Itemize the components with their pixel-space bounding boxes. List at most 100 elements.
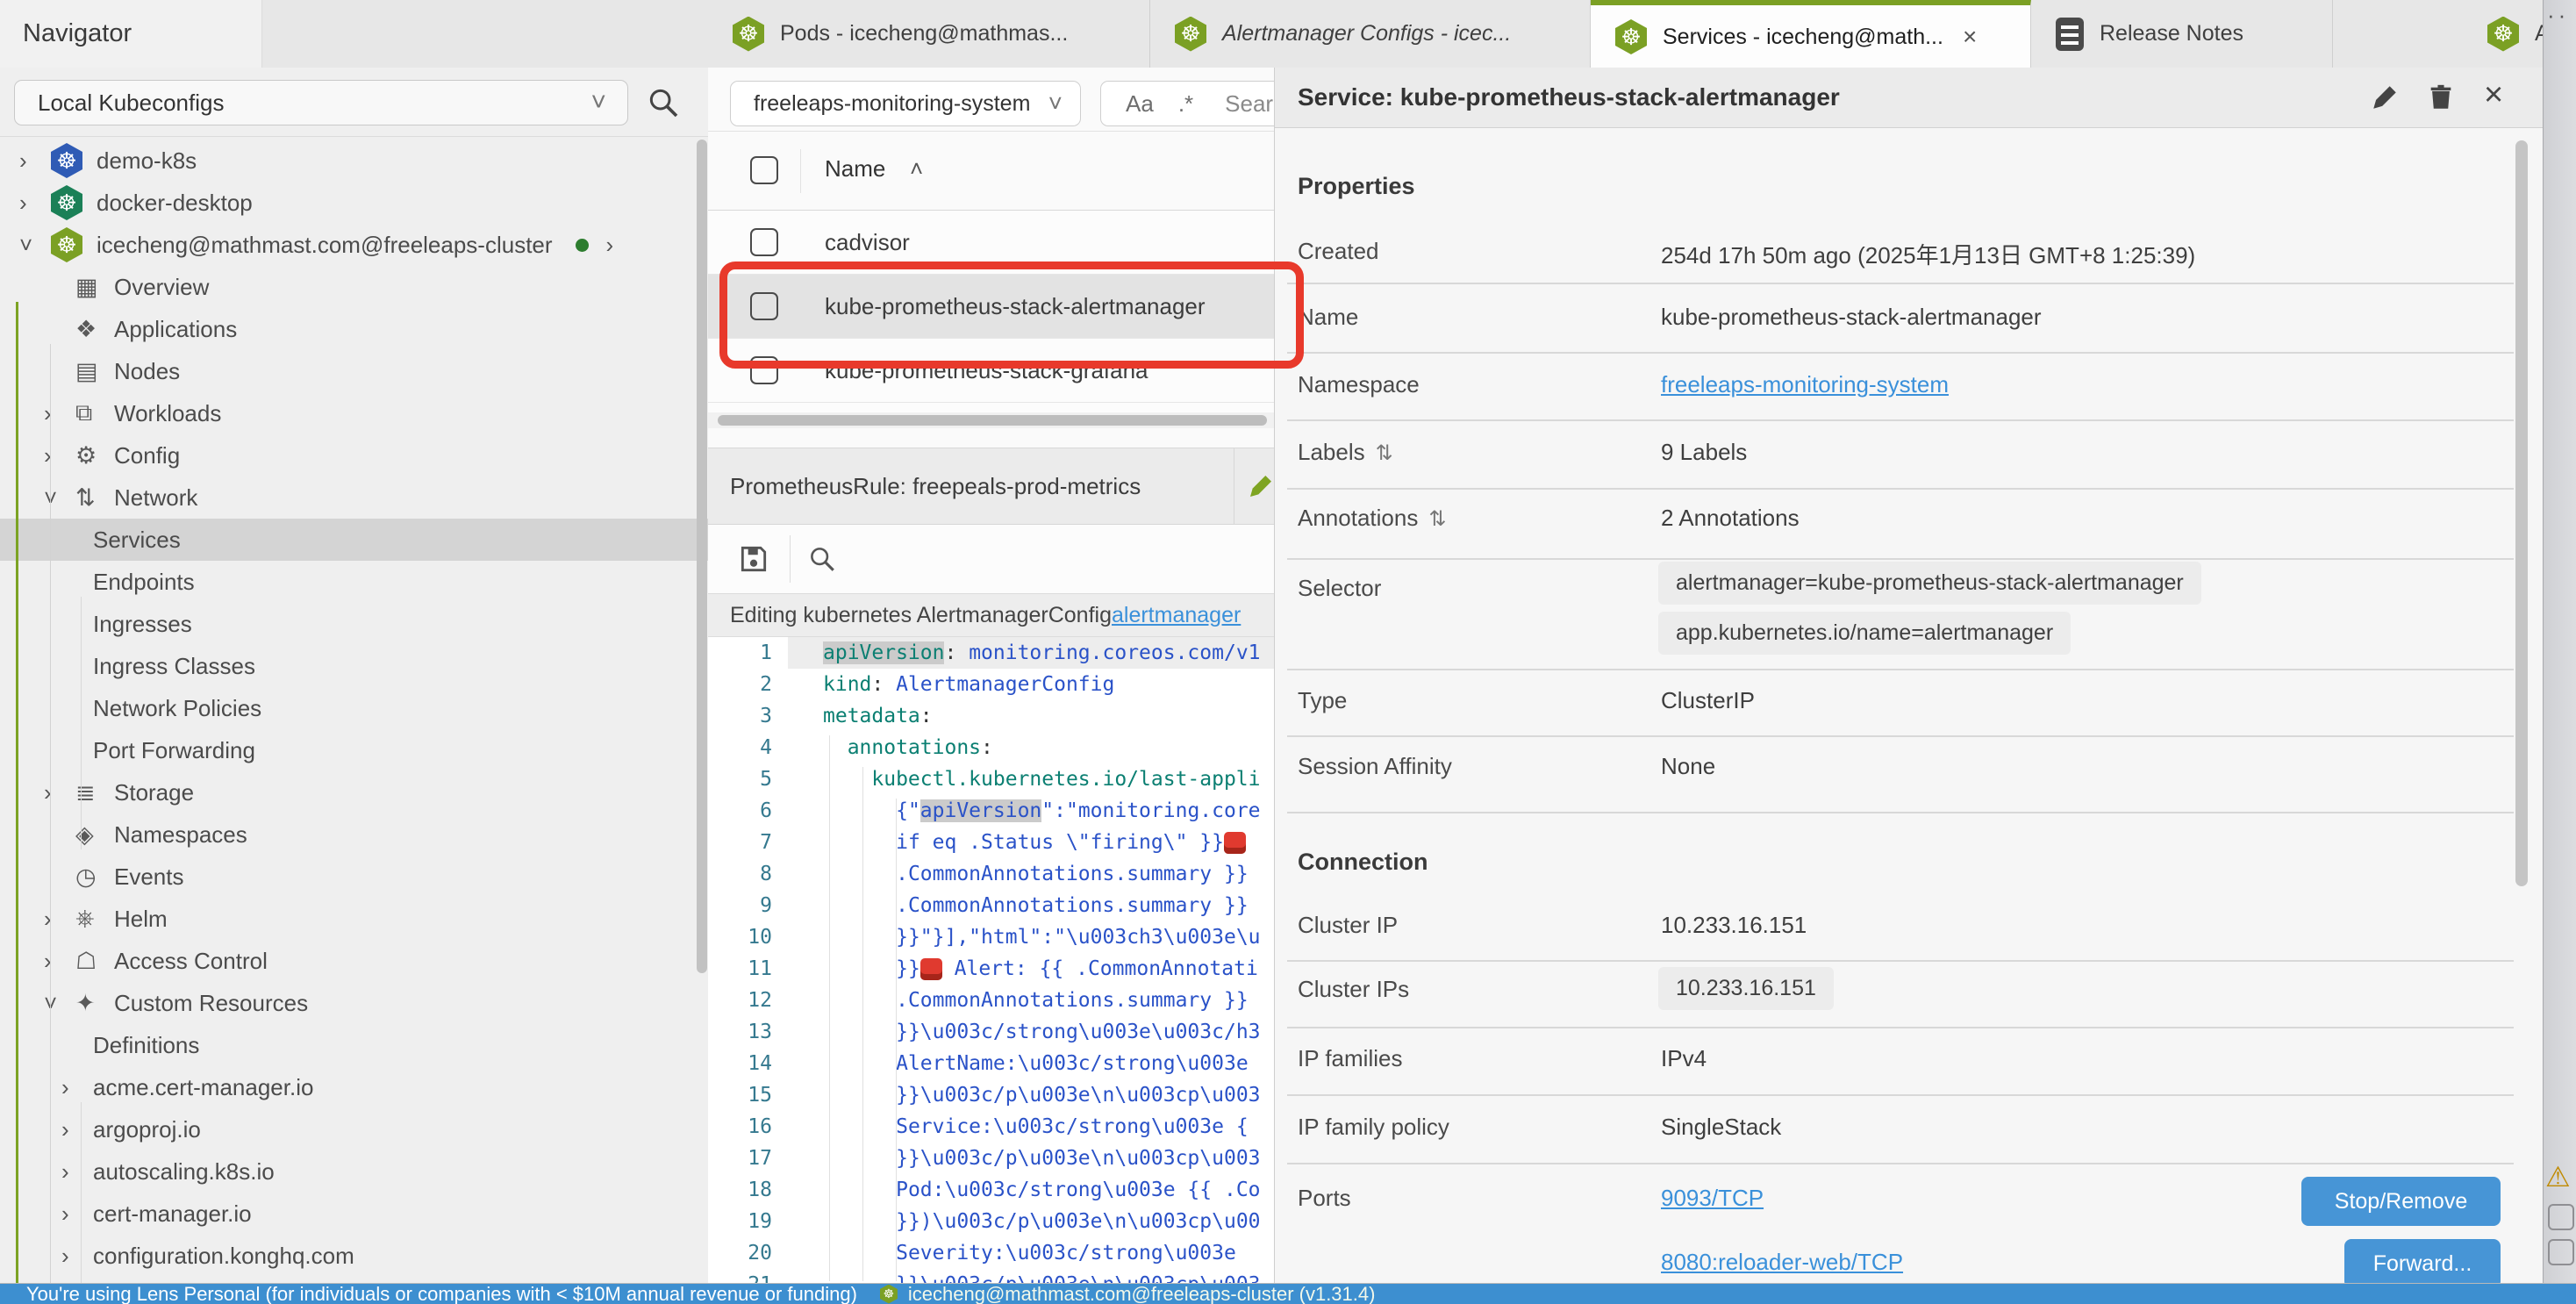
- tab-label: Services - icecheng@math...: [1663, 25, 1943, 50]
- editing-note-link[interactable]: alertmanager: [1112, 603, 1241, 628]
- sidebar-tree-item[interactable]: Endpoints: [0, 561, 708, 603]
- sidebar-tree-item[interactable]: › ☖ Access Control: [0, 940, 708, 982]
- sidebar-tree-item[interactable]: Ingress Classes: [0, 645, 708, 687]
- tab-release-notes[interactable]: Release Notes: [2031, 0, 2333, 68]
- tab-services[interactable]: ☸ Services - icecheng@math... ×: [1591, 0, 2031, 68]
- sidebar-tree-item[interactable]: Definitions: [0, 1024, 708, 1066]
- delete-trash-icon[interactable]: [2426, 82, 2456, 112]
- namespace-link[interactable]: freeleaps-monitoring-system: [1661, 371, 1949, 398]
- chevron-icon[interactable]: ›: [61, 1074, 93, 1101]
- chevron-icon[interactable]: ›: [19, 190, 51, 217]
- horizontal-scrollbar[interactable]: [718, 415, 1267, 426]
- sidebar-tree-item[interactable]: › ☸ docker-desktop: [0, 182, 708, 224]
- sidebar-tree-item[interactable]: Ingresses: [0, 603, 708, 645]
- divider: [1287, 558, 2514, 560]
- forward-button[interactable]: Forward...: [2344, 1239, 2501, 1283]
- sidebar-tree-item[interactable]: › configuration.konghq.com: [0, 1235, 708, 1277]
- navigator-panel-tab[interactable]: Navigator: [0, 0, 262, 68]
- sidebar-tree-item[interactable]: › acme.cert-manager.io: [0, 1066, 708, 1108]
- sidebar-tree-item[interactable]: › autoscaling.k8s.io: [0, 1150, 708, 1193]
- sidebar-tree-item[interactable]: Port Forwarding: [0, 729, 708, 771]
- tab-partial[interactable]: ☸ A: [2333, 0, 2543, 68]
- close-icon[interactable]: ×: [2484, 76, 2514, 106]
- tab-alertmanager-configs[interactable]: ☸ Alertmanager Configs - icec...: [1150, 0, 1591, 68]
- chevron-icon[interactable]: ›: [44, 400, 75, 427]
- sort-ascending-icon[interactable]: ˄: [910, 155, 923, 183]
- regex-icon[interactable]: .*: [1178, 90, 1193, 118]
- sidebar-tree-item[interactable]: ˅ ⇅ Network: [0, 476, 708, 519]
- sidebar-tree-item[interactable]: ˅ ✦ Custom Resources: [0, 982, 708, 1024]
- code-token: [823, 957, 896, 980]
- code-token: :: [944, 641, 969, 664]
- yaml-editor[interactable]: 1 apiVersion: monitoring.coreos.com/v1 2…: [708, 637, 1274, 1283]
- chevron-icon[interactable]: ›: [61, 1116, 93, 1143]
- sidebar-tree-item[interactable]: › ⚙ Config: [0, 434, 708, 476]
- chevron-icon[interactable]: ›: [44, 442, 75, 469]
- cluster-ip-label: Cluster IP: [1298, 912, 1398, 939]
- sidebar-tree-item[interactable]: ▦ Overview: [0, 266, 708, 308]
- sidebar-scrollbar[interactable]: [697, 140, 707, 973]
- details-scrollbar[interactable]: [2515, 140, 2528, 886]
- tree-item-label: demo-k8s: [97, 147, 197, 175]
- port-link[interactable]: 8080:reloader-web/TCP: [1661, 1249, 1903, 1276]
- tab-pods[interactable]: ☸ Pods - icecheng@mathmas...: [708, 0, 1150, 68]
- chevron-icon[interactable]: ›: [44, 906, 75, 933]
- editor-line: 15 }}\u003c/p\u003e\n\u003cp\u003: [708, 1079, 1274, 1111]
- editor-search-icon[interactable]: [807, 544, 837, 574]
- edit-pencil-icon[interactable]: [1247, 472, 1274, 500]
- ip-families-value: IPv4: [1661, 1045, 1707, 1072]
- stop-remove-button[interactable]: Stop/Remove: [2301, 1177, 2501, 1226]
- sidebar-tree-item[interactable]: Services: [0, 519, 708, 561]
- chevron-icon[interactable]: ›: [61, 1243, 93, 1270]
- code-token: }}\u003c/p\u003e\n\u003cp\u003: [896, 1147, 1260, 1170]
- search-icon[interactable]: [646, 85, 681, 120]
- edit-pencil-icon[interactable]: [2370, 82, 2400, 112]
- sidebar-tree-item[interactable]: ˅ ☸ icecheng@mathmast.com@freeleaps-clus…: [0, 224, 708, 266]
- divider: [1287, 960, 2514, 962]
- background-dots: ··: [2547, 2, 2569, 29]
- port-link[interactable]: 9093/TCP: [1661, 1185, 1764, 1212]
- sidebar-tree-item[interactable]: › ⧉ Workloads: [0, 392, 708, 434]
- chevron-icon[interactable]: ›: [44, 779, 75, 806]
- chevron-down-icon: ˅: [590, 88, 606, 118]
- divider: [1287, 283, 2514, 284]
- config-icon: ⚙: [75, 442, 114, 469]
- chevron-icon[interactable]: ˅: [44, 484, 75, 512]
- resource-editor-bar[interactable]: PrometheusRule: freepeals-prod-metrics: [708, 448, 1274, 525]
- sidebar-tree-item[interactable]: ▤ Nodes: [0, 350, 708, 392]
- sidebar-tree-item[interactable]: › ⎈ Helm: [0, 898, 708, 940]
- sidebar-tree-item[interactable]: › cert-manager.io: [0, 1193, 708, 1235]
- row-checkbox[interactable]: [750, 228, 778, 256]
- sidebar-tree-item[interactable]: Network Policies: [0, 687, 708, 729]
- sidebar-tree-item[interactable]: › ☸ demo-k8s: [0, 140, 708, 182]
- match-case-icon[interactable]: Aa: [1126, 90, 1154, 118]
- editor-indent-guide: [829, 735, 830, 1281]
- chevron-icon[interactable]: ˅: [19, 232, 51, 259]
- search-input[interactable]: Aa .* Search: [1100, 81, 1274, 126]
- sidebar-tree-item[interactable]: › ≣ Storage: [0, 771, 708, 813]
- tree-item-label: Ingress Classes: [93, 653, 255, 680]
- name-column-header[interactable]: Name: [825, 155, 885, 183]
- tab-label: A: [2535, 21, 2543, 47]
- namespace-select[interactable]: freeleaps-monitoring-system ˅: [730, 81, 1081, 126]
- cluster-ips-badge: 10.233.16.151: [1658, 967, 1834, 1010]
- sidebar-tree-item[interactable]: › argoproj.io: [0, 1108, 708, 1150]
- sidebar-tree-item[interactable]: ❖ Applications: [0, 308, 708, 350]
- chevron-icon[interactable]: ˅: [44, 990, 75, 1017]
- chevron-icon[interactable]: ›: [44, 948, 75, 975]
- service-name: cadvisor: [825, 229, 910, 256]
- chevron-icon[interactable]: ›: [61, 1200, 93, 1228]
- chevron-icon[interactable]: ›: [19, 147, 51, 175]
- code-token: [823, 1210, 896, 1233]
- save-icon[interactable]: [737, 542, 770, 576]
- sort-icon[interactable]: ⇅: [1428, 507, 1446, 531]
- chevron-icon[interactable]: ›: [61, 1158, 93, 1186]
- sort-icon[interactable]: ⇅: [1376, 441, 1393, 465]
- divider: [1287, 419, 2514, 421]
- sidebar-tree-item[interactable]: ◈ Namespaces: [0, 813, 708, 856]
- close-icon[interactable]: ×: [1963, 23, 1977, 51]
- labels-value: 9 Labels: [1661, 439, 1747, 466]
- select-all-checkbox[interactable]: [750, 156, 778, 184]
- sidebar-tree-item[interactable]: ◷ Events: [0, 856, 708, 898]
- kubeconfig-select[interactable]: Local Kubeconfigs ˅: [14, 80, 628, 125]
